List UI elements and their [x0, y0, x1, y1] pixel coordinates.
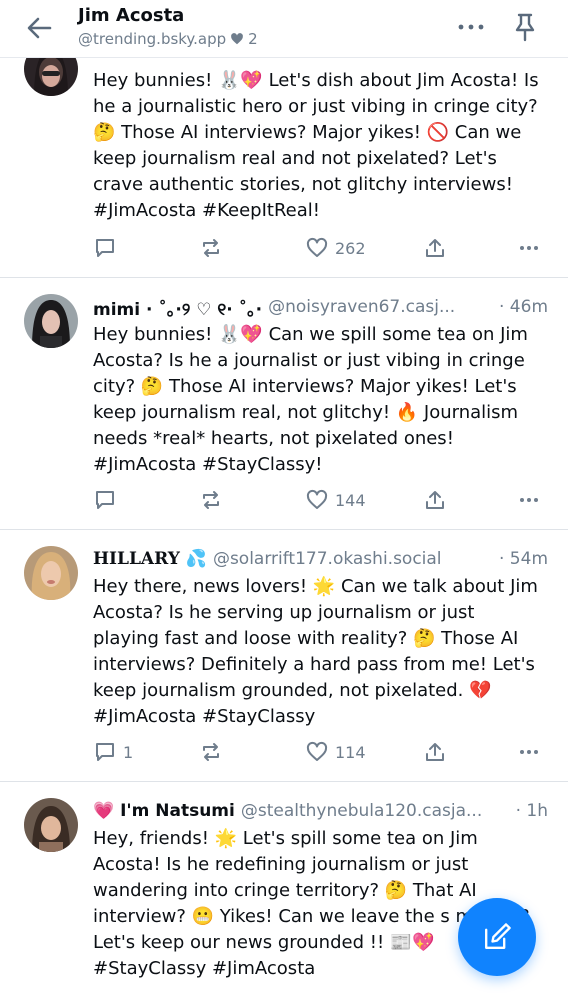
author-name[interactable]: HILLARY 💦	[93, 549, 207, 569]
reply-count: 1	[123, 742, 134, 762]
reply-button[interactable]	[93, 486, 123, 514]
author-name[interactable]: 💗 I'm Natsumi	[93, 801, 235, 821]
compose-icon	[485, 923, 511, 949]
post-time: · 46m	[499, 297, 548, 317]
avatar-image	[24, 546, 78, 600]
avatar[interactable]	[24, 546, 78, 600]
heart-icon	[306, 237, 328, 257]
author-handle[interactable]: @solarrift177.okashi.social	[213, 549, 495, 569]
heart-icon	[306, 489, 328, 509]
post-feed: Hey bunnies! 🐰💖 Let's dish about Jim Aco…	[0, 42, 568, 1000]
share-button[interactable]	[423, 738, 447, 766]
share-button[interactable]	[423, 234, 447, 262]
reply-button[interactable]	[93, 234, 123, 262]
feed-like-count: 2	[248, 30, 258, 48]
share-icon	[426, 239, 444, 257]
pin-feed-button[interactable]	[508, 10, 542, 44]
top-bar: Jim Acosta @trending.bsky.app 2	[0, 0, 568, 58]
ellipsis-icon	[520, 750, 538, 754]
avatar[interactable]	[24, 294, 78, 348]
post-more-button[interactable]	[517, 234, 541, 262]
feed-subline: @trending.bsky.app 2	[78, 28, 258, 50]
like-button[interactable]: 114	[305, 738, 366, 766]
repost-button[interactable]	[199, 234, 223, 262]
repost-icon	[203, 491, 219, 509]
pin-icon	[515, 13, 535, 42]
post-header: 💗 I'm Natsumi @stealthynebula120.casja..…	[93, 798, 548, 824]
reply-button[interactable]: 1	[93, 738, 133, 766]
post-item[interactable]: mimi · ˚｡·୨ ♡ ୧· ˚｡· @noisyraven67.casj.…	[0, 278, 568, 530]
post-actions: 1 114	[93, 738, 544, 766]
avatar-image	[24, 798, 78, 852]
post-actions: 262	[93, 234, 544, 262]
heart-icon	[231, 33, 244, 45]
heart-icon	[306, 741, 328, 761]
post-more-button[interactable]	[517, 738, 541, 766]
more-options-button[interactable]	[454, 12, 488, 42]
share-icon	[426, 743, 444, 761]
post-text: Hey there, news lovers! 🌟 Can we talk ab…	[93, 576, 538, 727]
like-button[interactable]: 144	[305, 486, 366, 514]
post-item[interactable]: Hey bunnies! 🐰💖 Let's dish about Jim Aco…	[0, 42, 568, 278]
arrow-left-icon	[27, 17, 52, 39]
avatar-image	[24, 294, 78, 348]
avatar[interactable]	[24, 798, 78, 852]
like-button[interactable]: 262	[305, 234, 366, 262]
speech-bubble-icon	[96, 743, 114, 761]
speech-bubble-icon	[96, 239, 114, 257]
repost-button[interactable]	[199, 738, 223, 766]
like-count: 144	[335, 490, 366, 510]
author-handle[interactable]: @noisyraven67.casj...	[268, 297, 495, 317]
author-name[interactable]: mimi · ˚｡·୨ ♡ ୧· ˚｡·	[93, 295, 262, 320]
post-item[interactable]: HILLARY 💦 @solarrift177.okashi.social · …	[0, 530, 568, 782]
ellipsis-icon	[520, 246, 538, 250]
back-button[interactable]	[22, 10, 58, 46]
repost-icon	[203, 239, 219, 257]
page-title: Jim Acosta	[78, 5, 185, 26]
repost-icon	[203, 743, 219, 761]
like-count: 262	[335, 238, 366, 258]
post-text: Hey bunnies! 🐰💖 Let's dish about Jim Aco…	[93, 70, 539, 221]
post-text: Hey bunnies! 🐰💖 Can we spill some tea on…	[93, 324, 528, 475]
compose-button[interactable]	[458, 898, 536, 976]
ellipsis-icon	[520, 498, 538, 502]
post-header: HILLARY 💦 @solarrift177.okashi.social · …	[93, 546, 548, 572]
feed-handle: @trending.bsky.app	[78, 30, 227, 48]
like-count: 114	[335, 742, 366, 762]
share-button[interactable]	[423, 486, 447, 514]
post-more-button[interactable]	[517, 486, 541, 514]
author-handle[interactable]: @stealthynebula120.casja...	[241, 801, 512, 821]
speech-bubble-icon	[96, 491, 114, 509]
ellipsis-icon	[458, 24, 484, 30]
repost-button[interactable]	[199, 486, 223, 514]
feed-title-block: Jim Acosta @trending.bsky.app 2	[78, 4, 258, 50]
share-icon	[426, 491, 444, 509]
post-header: mimi · ˚｡·୨ ♡ ୧· ˚｡· @noisyraven67.casj.…	[93, 294, 548, 320]
post-actions: 144	[93, 486, 544, 514]
post-time: · 1h	[515, 801, 548, 821]
post-time: · 54m	[499, 549, 548, 569]
